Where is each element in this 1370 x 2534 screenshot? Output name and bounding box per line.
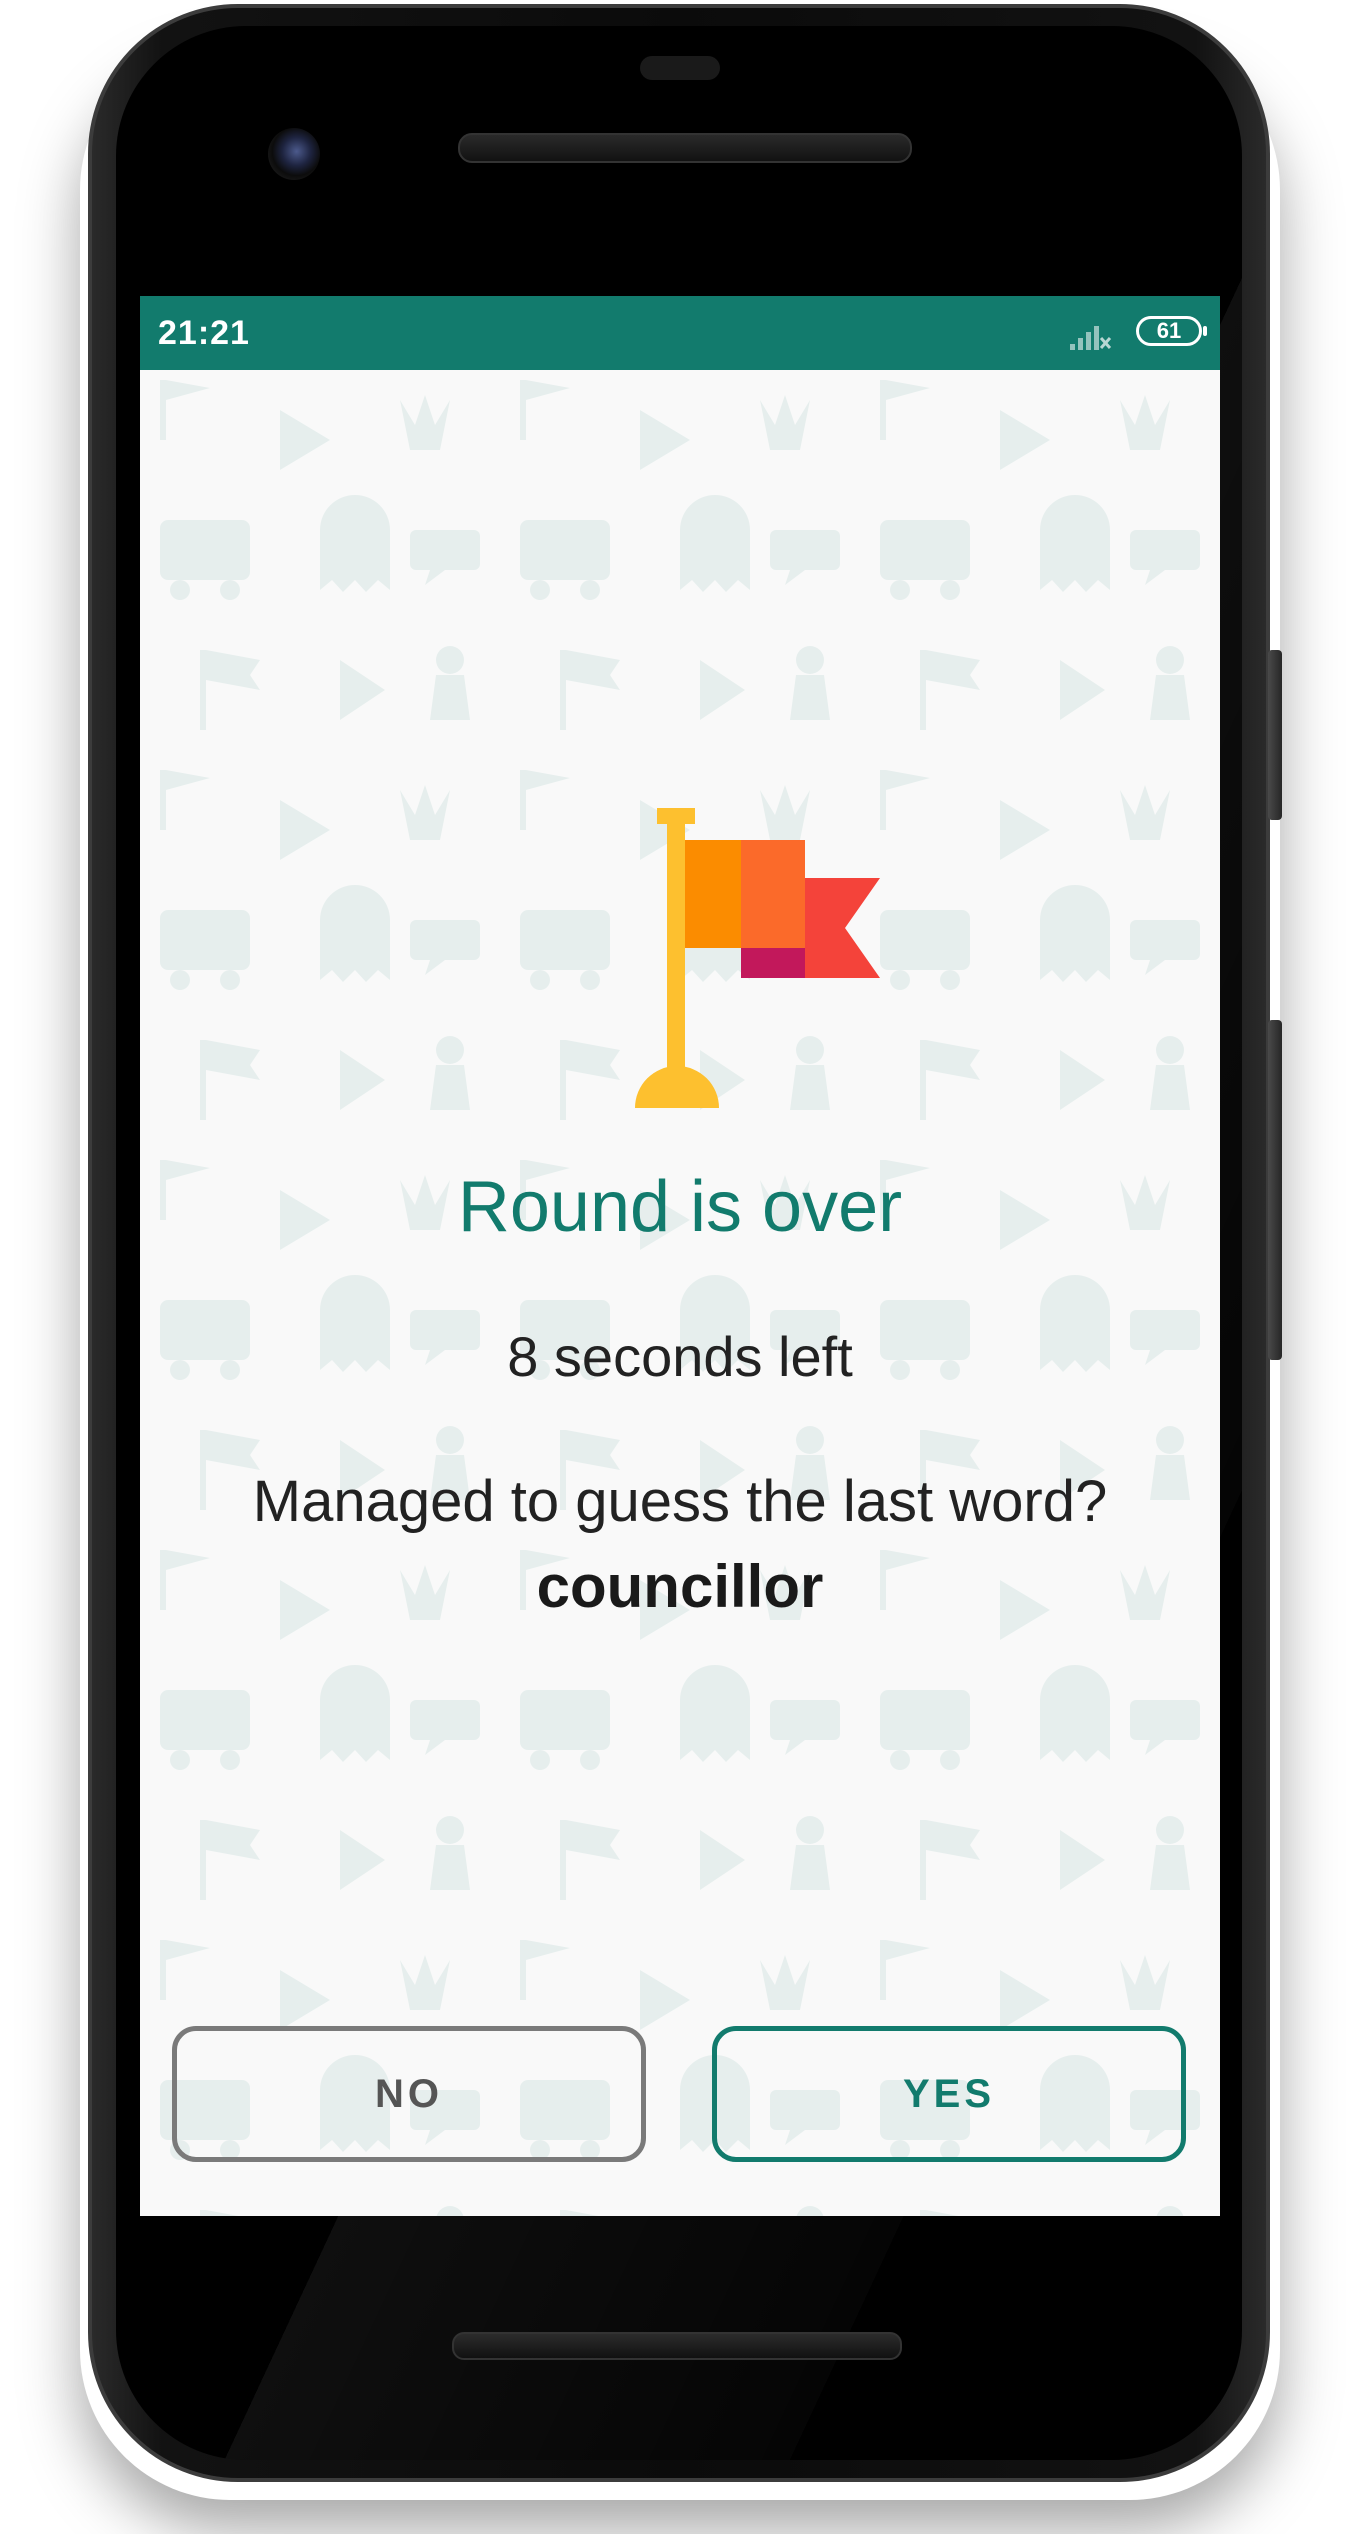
seconds-left-label: 8 seconds left — [507, 1325, 853, 1388]
round-over-title: Round is over — [457, 1167, 903, 1247]
last-word-question: Managed to guess the last word? — [252, 1469, 1108, 1534]
flag-icon — [635, 808, 880, 1108]
canvas: 21:21 61 Round is over 8 seconds left Ma… — [0, 0, 1370, 2534]
front-camera-icon — [268, 128, 320, 180]
signal-off-icon — [1070, 326, 1112, 350]
yes-button[interactable]: YES — [712, 2026, 1186, 2162]
bottom-speaker — [452, 2332, 902, 2360]
no-button[interactable]: NO — [172, 2026, 646, 2162]
background-pattern — [140, 370, 1220, 2216]
last-word: councillor — [536, 1553, 824, 1620]
battery-icon: 61 — [1136, 316, 1207, 346]
status-time: 21:21 — [158, 314, 250, 352]
app-screen: 21:21 61 Round is over 8 seconds left Ma… — [140, 296, 1220, 2216]
volume-button[interactable] — [1268, 1020, 1282, 1360]
proximity-sensor — [640, 56, 720, 80]
power-button[interactable] — [1268, 650, 1282, 820]
earpiece-speaker — [458, 133, 912, 163]
status-bar: 21:21 61 — [140, 296, 1220, 370]
